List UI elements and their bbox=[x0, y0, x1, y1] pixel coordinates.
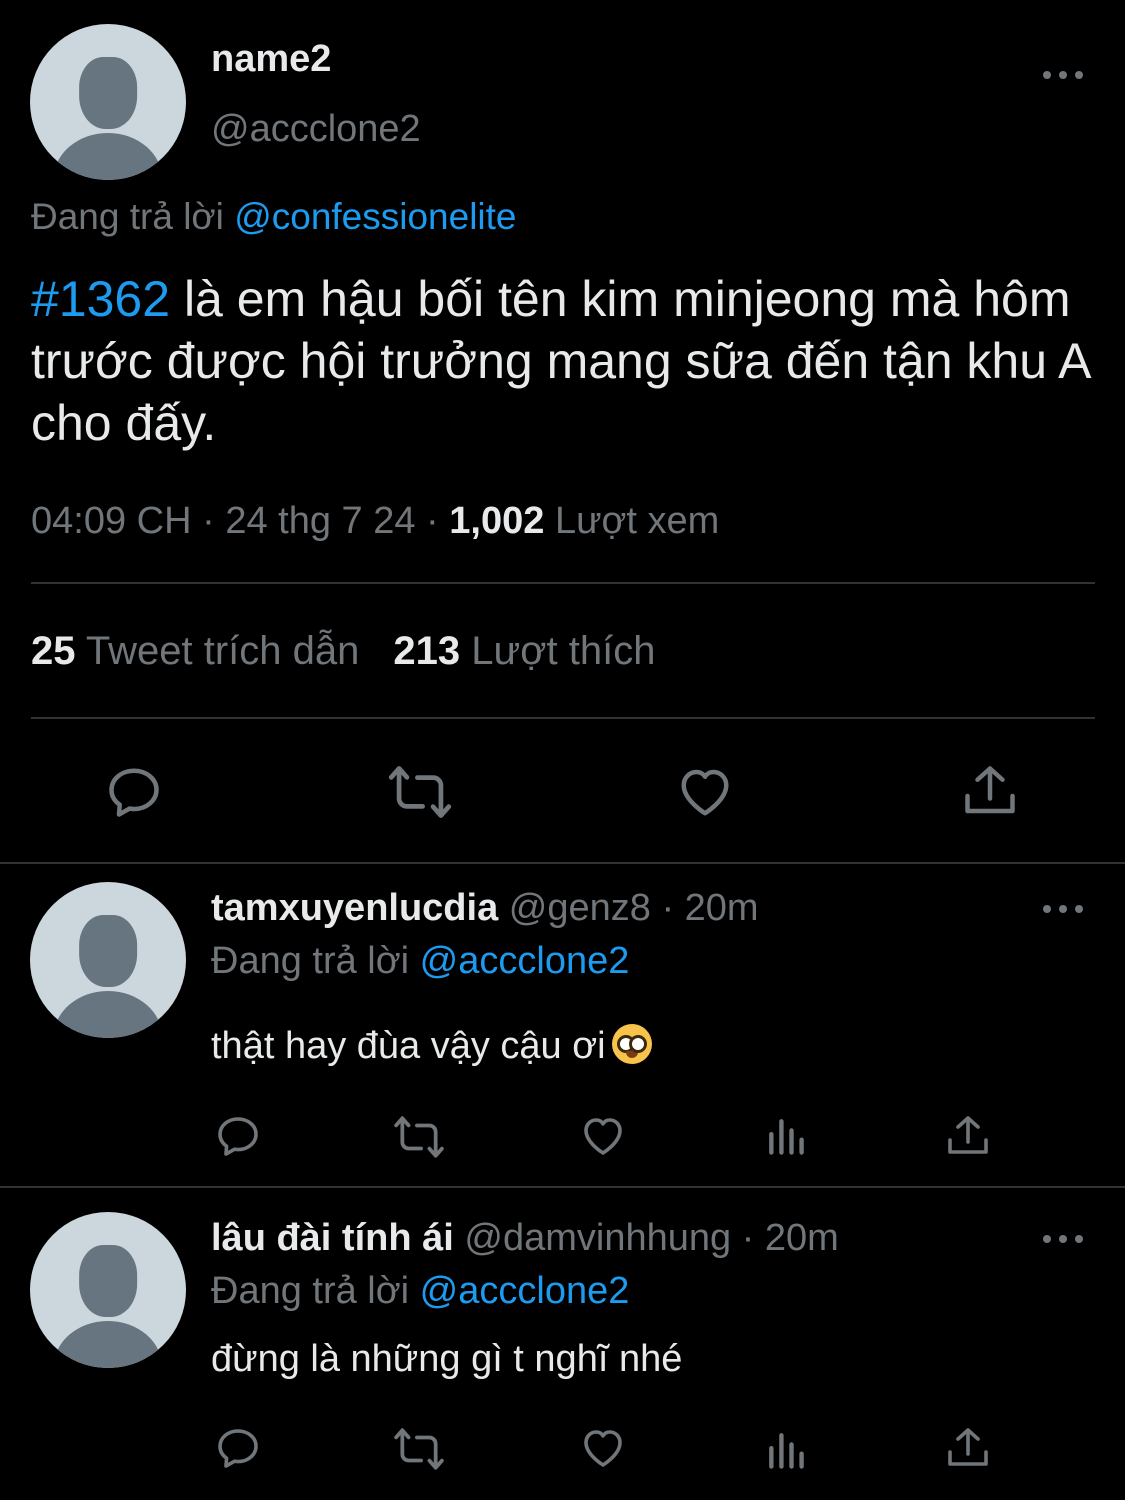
nerd-face-emoji bbox=[611, 1024, 652, 1064]
meta-separator: · bbox=[415, 500, 450, 542]
share-icon[interactable] bbox=[944, 1112, 992, 1160]
quote-label[interactable]: Tweet trích dẫn bbox=[86, 629, 359, 673]
reply-icon[interactable] bbox=[214, 1112, 262, 1160]
tweet-meta: 04:09 CH · 24 thg 7 24 · 1,002 Lượt xem bbox=[31, 500, 719, 543]
tweet-body: là em hậu bối tên kim minjeong mà hôm tr… bbox=[31, 271, 1089, 451]
replying-to-label: Đang trả lời bbox=[31, 196, 224, 237]
reply-icon[interactable] bbox=[104, 762, 164, 822]
author-handle[interactable]: @accclone2 bbox=[211, 108, 421, 151]
divider bbox=[31, 717, 1095, 719]
more-icon[interactable] bbox=[1043, 902, 1083, 916]
more-icon[interactable] bbox=[1043, 68, 1083, 82]
replying-to-line: Đang trả lời @accclone2 bbox=[211, 1270, 629, 1313]
reply-display-name[interactable]: tamxuyenlucdia bbox=[211, 887, 498, 929]
avatar[interactable] bbox=[30, 1212, 186, 1368]
analytics-icon[interactable] bbox=[764, 1114, 808, 1158]
divider bbox=[31, 582, 1095, 584]
replying-to-line: Đang trả lời @accclone2 bbox=[211, 940, 629, 983]
reply-text: thật hay đùa vậy cậu ơi bbox=[211, 1024, 652, 1068]
reply-icon[interactable] bbox=[214, 1424, 262, 1472]
replying-to-line: Đang trả lời @confessionelite bbox=[31, 196, 517, 238]
heart-icon[interactable] bbox=[578, 1424, 628, 1472]
retweet-icon[interactable] bbox=[386, 760, 454, 824]
views-count: 1,002 bbox=[449, 500, 545, 542]
engagement-stats: 25 Tweet trích dẫn 213 Lượt thích bbox=[31, 629, 655, 674]
hashtag-link[interactable]: #1362 bbox=[31, 271, 170, 327]
reply-text: đừng là những gì t nghĩ nhé bbox=[211, 1338, 683, 1380]
tweet-text: #1362 là em hậu bối tên kim minjeong mà … bbox=[31, 268, 1101, 454]
reply-body: thật hay đùa vậy cậu ơi bbox=[211, 1025, 606, 1067]
analytics-icon[interactable] bbox=[764, 1428, 808, 1472]
like-label[interactable]: Lượt thích bbox=[471, 629, 655, 673]
divider bbox=[0, 862, 1125, 864]
share-icon[interactable] bbox=[960, 760, 1020, 822]
meta-separator: · bbox=[191, 500, 226, 542]
heart-icon[interactable] bbox=[674, 762, 736, 822]
share-icon[interactable] bbox=[944, 1424, 992, 1472]
avatar[interactable] bbox=[30, 24, 186, 180]
replying-to-link[interactable]: @accclone2 bbox=[420, 1270, 630, 1312]
tweet-thread-page: name2 @accclone2 Đang trả lời @confessio… bbox=[0, 0, 1125, 1500]
views-label: Lượt xem bbox=[554, 500, 720, 542]
replying-to-link[interactable]: @confessionelite bbox=[234, 196, 516, 237]
retweet-icon[interactable] bbox=[391, 1112, 447, 1162]
replying-to-link[interactable]: @accclone2 bbox=[420, 940, 630, 982]
reply-header: tamxuyenlucdia @genz8 · 20m bbox=[211, 887, 759, 930]
replying-to-label: Đang trả lời bbox=[211, 1270, 410, 1312]
author-display-name[interactable]: name2 bbox=[211, 38, 331, 81]
retweet-icon[interactable] bbox=[391, 1424, 447, 1474]
divider bbox=[0, 1186, 1125, 1188]
like-count[interactable]: 213 bbox=[393, 629, 460, 673]
tweet-time[interactable]: 04:09 CH bbox=[31, 500, 192, 542]
main-tweet: name2 @accclone2 Đang trả lời @confessio… bbox=[0, 0, 1125, 862]
quote-count[interactable]: 25 bbox=[31, 629, 76, 673]
more-icon[interactable] bbox=[1043, 1232, 1083, 1246]
reply-handle-time[interactable]: @genz8 · 20m bbox=[509, 887, 759, 929]
heart-icon[interactable] bbox=[578, 1112, 628, 1160]
reply-display-name[interactable]: lâu đài tính ái bbox=[211, 1217, 454, 1259]
reply-handle-time[interactable]: @damvinhhung · 20m bbox=[464, 1217, 838, 1259]
reply-header: lâu đài tính ái @damvinhhung · 20m bbox=[211, 1217, 839, 1260]
tweet-date[interactable]: 24 thg 7 24 bbox=[225, 500, 415, 542]
replying-to-label: Đang trả lời bbox=[211, 940, 410, 982]
avatar[interactable] bbox=[30, 882, 186, 1038]
